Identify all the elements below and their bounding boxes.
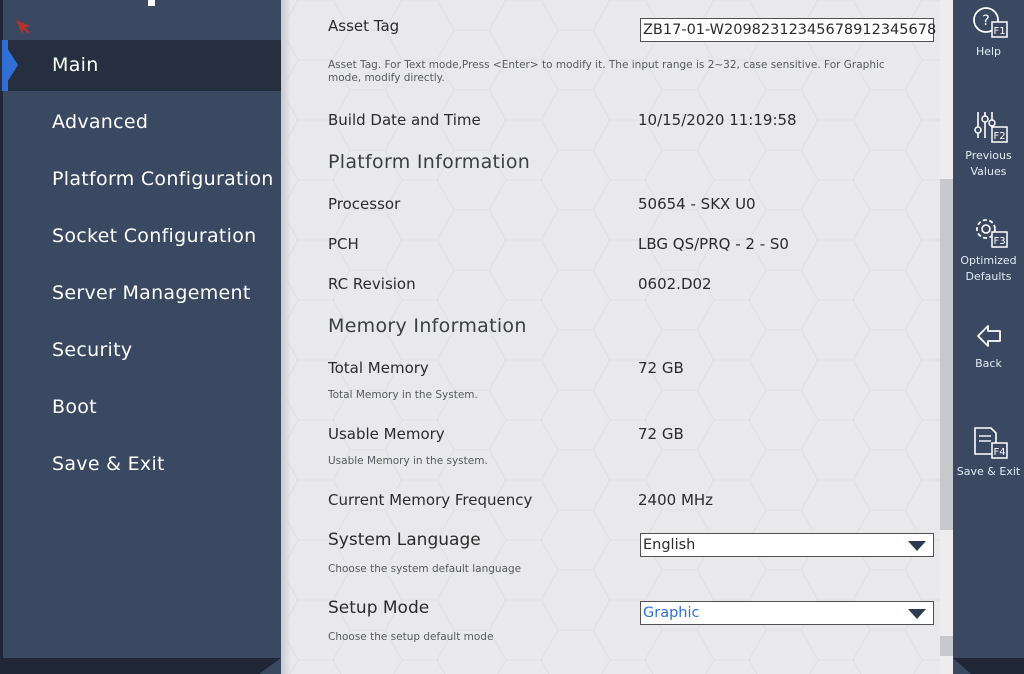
main-panel: Asset Tag ZB17-01-W209823123456789123456… xyxy=(281,0,940,674)
scrollbar-thumb-lower[interactable] xyxy=(940,636,953,656)
scrollbar[interactable] xyxy=(940,0,953,674)
total-memory-label: Total Memory xyxy=(328,359,429,377)
sidebar-item-label: Save & Exit xyxy=(52,453,165,475)
hotkey-bar: ? F1 Help F2 Previous Values F3 Optimize… xyxy=(953,0,1024,674)
help-icon: ? F1 xyxy=(972,7,1008,38)
sliders-icon: F2 xyxy=(973,112,1008,143)
usable-memory-value: 72 GB xyxy=(638,425,684,443)
sidebar-item-platform-configuration[interactable]: Platform Configuration xyxy=(0,154,281,211)
asset-tag-help: Asset Tag. For Text mode,Press <Enter> t… xyxy=(328,59,885,84)
gear-icon: F3 xyxy=(975,219,1008,248)
sidebar-item-label: Boot xyxy=(52,396,97,418)
setup-mode-label: Setup Mode xyxy=(328,598,430,618)
chevron-down-icon xyxy=(908,609,926,619)
build-date-value: 10/15/2020 11:19:58 xyxy=(638,111,797,129)
logo-fragment xyxy=(148,0,155,6)
svg-text:?: ? xyxy=(982,13,989,29)
help-button[interactable]: ? F1 Help xyxy=(953,4,1024,60)
memory-frequency-value: 2400 MHz xyxy=(638,491,714,509)
total-memory-help: Total Memory in the System. xyxy=(328,389,478,401)
hotkey-label: Optimized Defaults xyxy=(960,254,1017,283)
scrollbar-thumb[interactable] xyxy=(940,179,953,530)
hotkey-key: F1 xyxy=(993,26,1005,37)
chevron-down-icon xyxy=(908,541,926,551)
platform-information-heading: Platform Information xyxy=(328,151,531,173)
usable-memory-help: Usable Memory in the system. xyxy=(328,455,488,467)
memory-frequency-label: Current Memory Frequency xyxy=(328,491,533,509)
hotkey-label: Previous Values xyxy=(965,149,1012,178)
previous-values-button[interactable]: F2 Previous Values xyxy=(953,108,1024,180)
system-language-value: English xyxy=(643,537,696,553)
memory-information-heading: Memory Information xyxy=(328,315,527,337)
sidebar-item-main[interactable]: Main xyxy=(0,40,281,91)
hotkey-key: F4 xyxy=(993,447,1005,458)
build-date-label: Build Date and Time xyxy=(328,111,481,129)
save-exit-button[interactable]: F4 Save & Exit xyxy=(953,424,1024,480)
setup-mode-help: Choose the setup default mode xyxy=(328,631,494,643)
system-language-label: System Language xyxy=(328,530,481,550)
hotkey-label: Save & Exit xyxy=(956,465,1021,478)
sidebar-item-socket-configuration[interactable]: Socket Configuration xyxy=(0,211,281,268)
panel-shadow xyxy=(281,0,291,674)
sidebar-item-server-management[interactable]: Server Management xyxy=(0,268,281,325)
sidebar: Main Advanced Platform Configuration Soc… xyxy=(0,0,281,674)
sidebar-footer xyxy=(0,658,281,674)
back-button[interactable]: Back xyxy=(953,320,1024,372)
sidebar-item-label: Advanced xyxy=(52,111,149,133)
asset-tag-input[interactable]: ZB17-01-W2098231234567891234567​8 xyxy=(640,18,937,42)
hotkey-bar-footer xyxy=(953,658,1024,674)
asset-tag-label: Asset Tag xyxy=(328,17,400,35)
sidebar-item-label: Security xyxy=(52,339,133,361)
total-memory-value: 72 GB xyxy=(638,359,684,377)
sidebar-item-label: Server Management xyxy=(52,282,251,304)
hotkey-label: Back xyxy=(975,357,1002,370)
hotkey-key: F2 xyxy=(993,131,1005,142)
processor-value: 50654 - SKX U0 xyxy=(638,195,756,213)
sidebar-item-label: Main xyxy=(52,54,99,76)
cursor-logo-icon xyxy=(16,20,30,34)
optimized-defaults-button[interactable]: F3 Optimized Defaults xyxy=(953,213,1024,285)
sidebar-item-boot[interactable]: Boot xyxy=(0,382,281,439)
processor-label: Processor xyxy=(328,195,401,213)
nav-menu: Main Advanced Platform Configuration Soc… xyxy=(0,40,281,496)
system-language-select[interactable]: English xyxy=(640,533,934,557)
pch-value: LBG QS/PRQ - 2 - S0 xyxy=(638,235,789,253)
setup-mode-value: Graphic xyxy=(643,605,700,621)
sidebar-item-advanced[interactable]: Advanced xyxy=(0,97,281,154)
sidebar-item-label: Socket Configuration xyxy=(52,225,257,247)
sidebar-item-label: Platform Configuration xyxy=(52,168,274,190)
rc-revision-label: RC Revision xyxy=(328,275,416,293)
usable-memory-label: Usable Memory xyxy=(328,425,445,443)
pch-label: PCH xyxy=(328,235,359,253)
system-language-help: Choose the system default language xyxy=(328,563,522,575)
asset-tag-value: ZB17-01-W2098231234567891234567​8 xyxy=(643,22,937,38)
back-arrow-icon xyxy=(976,325,1001,347)
sidebar-item-save-exit[interactable]: Save & Exit xyxy=(0,439,281,496)
sidebar-item-security[interactable]: Security xyxy=(0,325,281,382)
hotkey-key: F3 xyxy=(993,236,1005,247)
setup-mode-select[interactable]: Graphic xyxy=(640,601,934,625)
rc-revision-value: 0602.D02 xyxy=(638,275,712,293)
hotkey-label: Help xyxy=(975,45,1002,58)
save-icon: F4 xyxy=(973,427,1008,459)
logo xyxy=(0,0,281,40)
